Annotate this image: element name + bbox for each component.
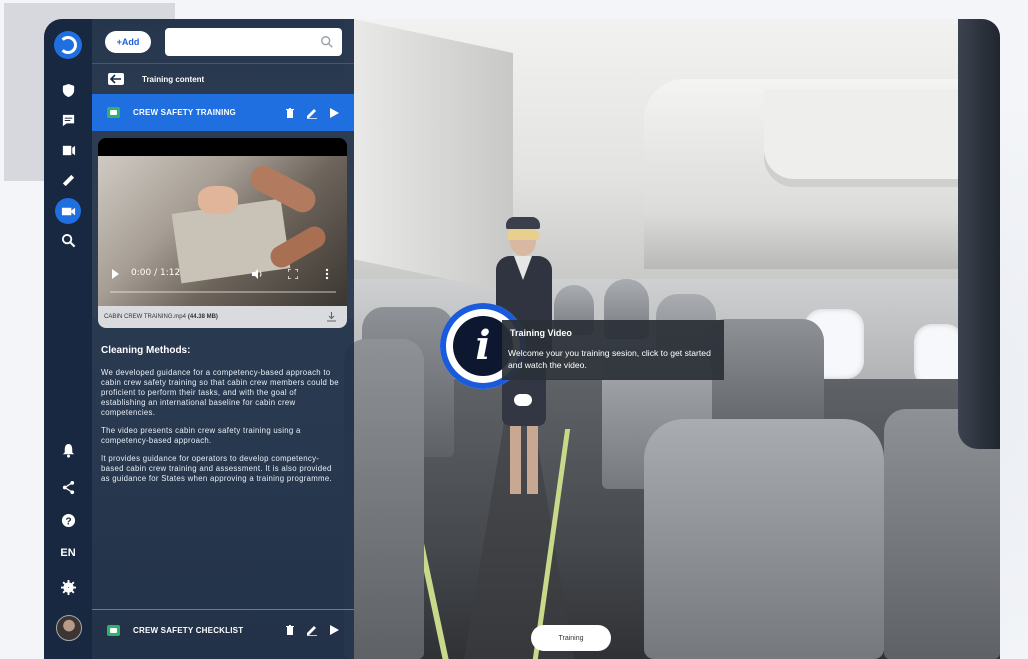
fullscreen-icon[interactable] [288,269,298,279]
video-player[interactable]: 0:00 / 1:12 CABIN CREW TRAINING.mp4 (44.… [98,138,347,328]
add-button[interactable]: +Add [105,31,151,53]
language-selector[interactable]: EN [53,540,83,566]
content-item-label: CREW SAFETY TRAINING [133,108,236,117]
video-controls: 0:00 / 1:12 [98,266,347,306]
cabin-curtain [958,19,1000,449]
video-progress-track[interactable] [110,291,336,293]
help-icon[interactable]: ? [53,507,83,533]
search-input[interactable] [165,28,342,56]
back-arrow-icon[interactable] [108,73,124,85]
video-icon[interactable] [55,198,81,224]
video-icon [107,107,120,118]
cabin-seat [644,419,884,659]
video-time: 0:00 / 1:12 [131,268,181,278]
volume-icon[interactable] [251,268,263,280]
more-options-icon[interactable] [325,268,329,280]
content-item-crew-safety-training[interactable]: CREW SAFETY TRAINING [92,94,354,131]
download-icon[interactable] [326,311,337,322]
edit-icon[interactable] [306,107,318,119]
description-heading: Cleaning Methods: [101,345,191,356]
app-window: +Add Training content CREW SAFETY TRAINI… [44,19,1000,659]
settings-icon[interactable] [53,574,83,600]
scene-label-button[interactable]: Training [531,625,611,651]
edit-icon[interactable] [306,624,318,636]
cabin-seat [344,339,424,659]
tooltip-text: Welcome your you training sesion, click … [508,348,711,370]
content-item-label: CREW SAFETY CHECKLIST [133,625,244,635]
logo-icon[interactable] [54,31,82,59]
chat-icon[interactable] [53,107,83,133]
share-icon[interactable] [53,474,83,500]
video-file-bar: CABIN CREW TRAINING.mp4 (44.38 MB) [98,306,347,328]
section-header: Training content [92,63,354,94]
avatar[interactable] [56,615,82,641]
media-icon[interactable] [53,137,83,163]
search-icon[interactable] [53,227,83,253]
ruler-icon[interactable] [53,167,83,193]
description-paragraph: The video presents cabin crew safety tra… [101,426,301,445]
play-icon[interactable] [328,107,340,119]
content-description: Cleaning Methods: We developed guidance … [101,345,341,492]
search-icon[interactable] [320,35,334,49]
description-paragraph: We developed guidance for a competency-b… [101,368,339,417]
hotspot-tooltip[interactable]: Training Video Welcome your you training… [502,320,724,380]
svg-text:?: ? [65,516,71,527]
bell-icon[interactable] [53,437,83,463]
shield-icon[interactable] [53,77,83,103]
language-label: EN [60,547,76,559]
tooltip-title: Training Video [510,328,572,338]
checklist-icon [107,624,120,636]
video-file-size: (44.38 MB) [187,314,218,320]
content-item-crew-safety-checklist[interactable]: CREW SAFETY CHECKLIST [92,609,354,650]
video-play-icon[interactable] [112,269,119,279]
video-file-name: CABIN CREW TRAINING.mp4 [104,314,186,320]
delete-icon[interactable] [284,107,296,119]
left-nav-rail: ? EN [44,19,92,659]
info-glyph: i [475,322,491,369]
delete-icon[interactable] [284,624,296,636]
description-paragraph: It provides guidance for operators to de… [101,454,332,483]
overhead-bin-left [353,19,513,294]
play-icon[interactable] [328,624,340,636]
section-title: Training content [142,74,205,84]
